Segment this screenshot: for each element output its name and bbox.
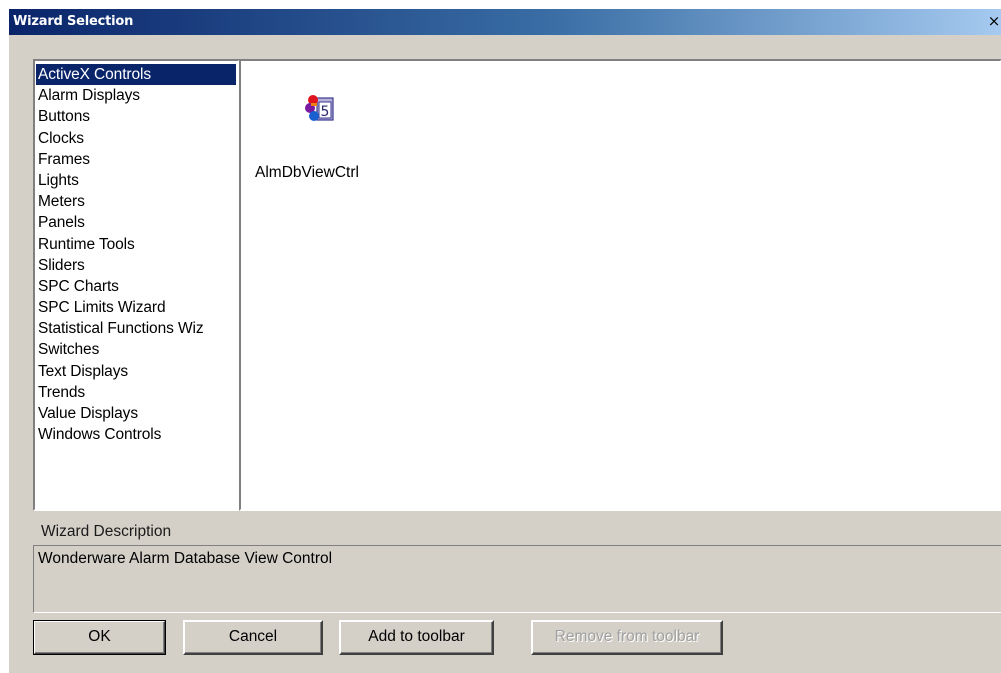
wizard-description-box: Wonderware Alarm Database View Control — [33, 545, 1001, 613]
remove-from-toolbar-button[interactable]: Remove from toolbar — [531, 620, 723, 655]
category-list[interactable]: ActiveX Controls Alarm Displays Buttons Clo… — [33, 59, 240, 511]
category-item-runtime-tools[interactable]: Runtime Tools — [36, 234, 236, 255]
category-item-windows-controls[interactable]: Windows Controls — [36, 424, 236, 445]
category-items: ActiveX Controls Alarm Displays Buttons Clo… — [36, 64, 236, 445]
category-item-trends[interactable]: Trends — [36, 382, 236, 403]
category-item-sliders[interactable]: Sliders — [36, 255, 236, 276]
category-item-panels[interactable]: Panels — [36, 212, 236, 233]
wizard-item-almdbviewctrl[interactable]: 5 AlmDbViewCtrl — [255, 86, 395, 196]
category-item-lights[interactable]: Lights — [36, 170, 236, 191]
category-item-meters[interactable]: Meters — [36, 191, 236, 212]
category-item-statistical-functions-wiz[interactable]: Statistical Functions Wiz — [36, 318, 236, 339]
cancel-button[interactable]: Cancel — [183, 620, 323, 655]
category-item-frames[interactable]: Frames — [36, 149, 236, 170]
category-item-clocks[interactable]: Clocks — [36, 128, 236, 149]
wizard-list[interactable]: 5 AlmDbViewCtrl — [239, 59, 1001, 511]
category-item-switches[interactable]: Switches — [36, 339, 236, 360]
ok-button[interactable]: OK — [33, 620, 166, 655]
category-item-alarm-displays[interactable]: Alarm Displays — [36, 85, 236, 106]
wizard-description-text: Wonderware Alarm Database View Control — [38, 550, 333, 567]
wizard-description-label: Wizard Description — [41, 523, 172, 540]
category-item-value-displays[interactable]: Value Displays — [36, 403, 236, 424]
svg-text:5: 5 — [321, 104, 330, 120]
wizard-item-label: AlmDbViewCtrl — [255, 164, 359, 181]
category-item-spc-charts[interactable]: SPC Charts — [36, 276, 236, 297]
category-item-activex-controls[interactable]: ActiveX Controls — [36, 64, 236, 86]
category-item-spc-limits-wizard[interactable]: SPC Limits Wizard — [36, 297, 236, 318]
close-button[interactable]: × — [986, 13, 1001, 29]
title-bar[interactable]: Wizard Selection × — [9, 9, 1001, 35]
window-title: Wizard Selection — [13, 14, 134, 29]
add-to-toolbar-button[interactable]: Add to toolbar — [339, 620, 494, 655]
category-item-text-displays[interactable]: Text Displays — [36, 361, 236, 382]
category-item-buttons[interactable]: Buttons — [36, 106, 236, 127]
wizard-selection-dialog: Wizard Selection × ActiveX Controls Alarm… — [8, 8, 1001, 673]
almdbviewctrl-icon: 5 — [303, 92, 335, 124]
